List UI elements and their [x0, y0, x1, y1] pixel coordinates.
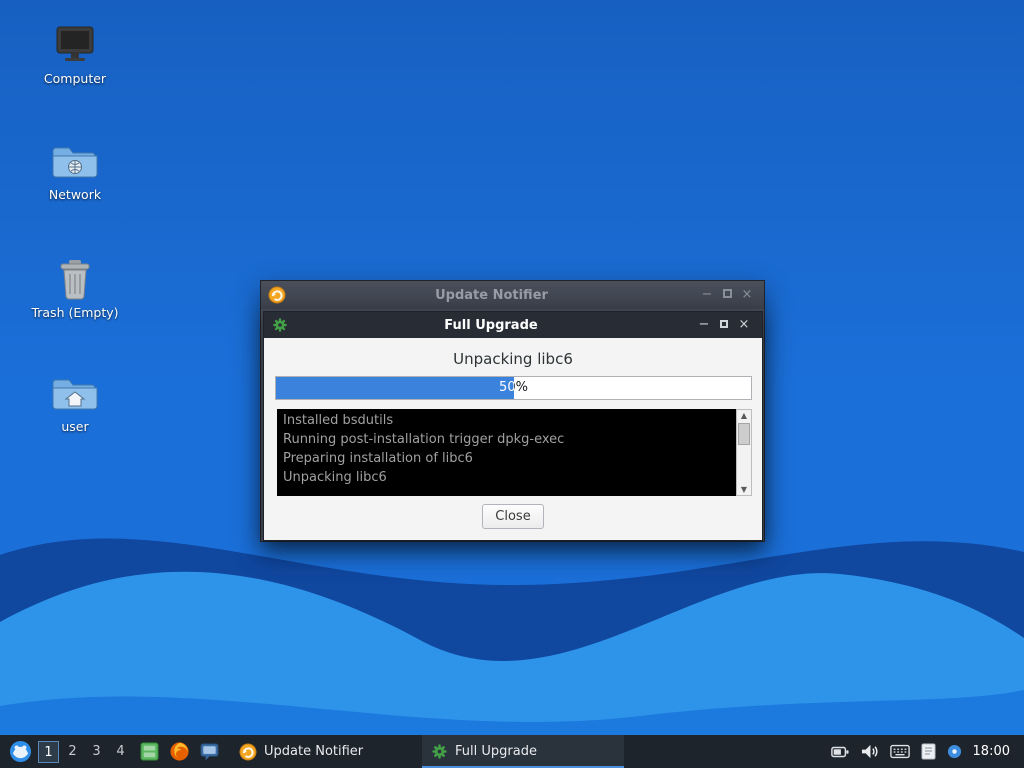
taskbar-button-full-upgrade[interactable]: Full Upgrade: [422, 735, 624, 768]
firefox-icon[interactable]: [169, 741, 190, 762]
restore-button[interactable]: [714, 312, 734, 338]
desktop: Computer Network Trash (Empty) user Upda…: [0, 0, 1024, 768]
workspace-4[interactable]: 4: [110, 741, 131, 763]
gear-icon: [273, 318, 287, 332]
maximize-button[interactable]: [717, 281, 737, 309]
window-title: Update Notifier: [435, 287, 548, 303]
taskbar-button-update-notifier[interactable]: Update Notifier: [230, 735, 422, 768]
progress-bar: 50% 50%: [275, 376, 752, 400]
update-notifier-titlebar[interactable]: Update Notifier − ×: [261, 281, 764, 309]
scroll-up-icon[interactable]: ▲: [737, 411, 751, 420]
clock[interactable]: 18:00: [973, 744, 1010, 759]
close-button[interactable]: ×: [737, 281, 757, 309]
workspace-2[interactable]: 2: [62, 741, 83, 763]
update-notifier-icon: [239, 743, 257, 760]
scroll-down-icon[interactable]: ▼: [737, 485, 751, 494]
upgrade-log-view[interactable]: Installed bsdutils Running post-installa…: [277, 409, 736, 496]
volume-icon[interactable]: [860, 743, 879, 760]
taskbar-button-label: Full Upgrade: [455, 744, 537, 759]
launcher-area: [139, 741, 220, 762]
taskbar: 1 2 3 4 Update Notifier Full Upgrade 18:…: [0, 735, 1024, 768]
clipboard-icon[interactable]: [921, 743, 936, 760]
system-tray: [830, 743, 962, 760]
desktop-icon-network[interactable]: Network: [27, 140, 123, 202]
log-line: Running post-installation trigger dpkg-e…: [283, 432, 565, 447]
desktop-icon-user-home[interactable]: user: [27, 372, 123, 434]
notification-indicator-icon[interactable]: [947, 744, 962, 759]
minimize-button[interactable]: −: [694, 312, 714, 338]
upgrade-status-text: Unpacking libc6: [453, 350, 573, 368]
log-line: Unpacking libc6: [283, 470, 387, 485]
gear-icon: [432, 744, 447, 759]
battery-icon[interactable]: [830, 744, 849, 760]
taskbar-button-label: Update Notifier: [264, 744, 364, 759]
log-scrollbar[interactable]: ▲ ▼: [736, 409, 752, 496]
log-line: Preparing installation of libc6: [283, 451, 473, 466]
desktop-icon-trash[interactable]: Trash (Empty): [27, 258, 123, 320]
full-upgrade-dialog: Full Upgrade − × Unpacking libc6 50% 50%…: [263, 311, 763, 541]
close-button[interactable]: ×: [734, 312, 754, 338]
scrollbar-thumb[interactable]: [738, 423, 750, 445]
progress-bar-fill: 50%: [276, 377, 514, 399]
keyboard-icon[interactable]: [889, 744, 910, 759]
log-line: Installed bsdutils: [283, 413, 394, 428]
trash-icon: [60, 260, 90, 300]
close-dialog-button[interactable]: Close: [482, 504, 544, 529]
workspace-3[interactable]: 3: [86, 741, 107, 763]
desktop-icon-label: Trash (Empty): [31, 305, 119, 320]
applications-menu-button[interactable]: [6, 735, 34, 768]
restore-icon: [720, 320, 728, 328]
desktop-icon-label: user: [61, 419, 89, 434]
desktop-icon-label: Computer: [43, 71, 107, 86]
desktop-icon-computer[interactable]: Computer: [27, 24, 123, 86]
file-manager-icon[interactable]: [139, 741, 160, 762]
desktop-icon-label: Network: [48, 187, 102, 202]
network-folder-icon: [52, 147, 98, 178]
dialog-title: Full Upgrade: [444, 317, 538, 333]
home-folder-icon: [52, 379, 98, 410]
workspace-1[interactable]: 1: [38, 740, 59, 763]
update-notifier-icon: [268, 286, 286, 304]
computer-icon: [56, 26, 94, 61]
xfce-menu-icon: [9, 740, 31, 763]
maximize-icon: [722, 289, 732, 298]
minimize-button[interactable]: −: [697, 281, 717, 309]
chat-icon[interactable]: [199, 741, 220, 762]
workspace-switcher: 1 2 3 4: [38, 740, 131, 763]
full-upgrade-titlebar[interactable]: Full Upgrade − ×: [264, 312, 762, 338]
progress-label-overlay: 50%: [499, 380, 514, 395]
